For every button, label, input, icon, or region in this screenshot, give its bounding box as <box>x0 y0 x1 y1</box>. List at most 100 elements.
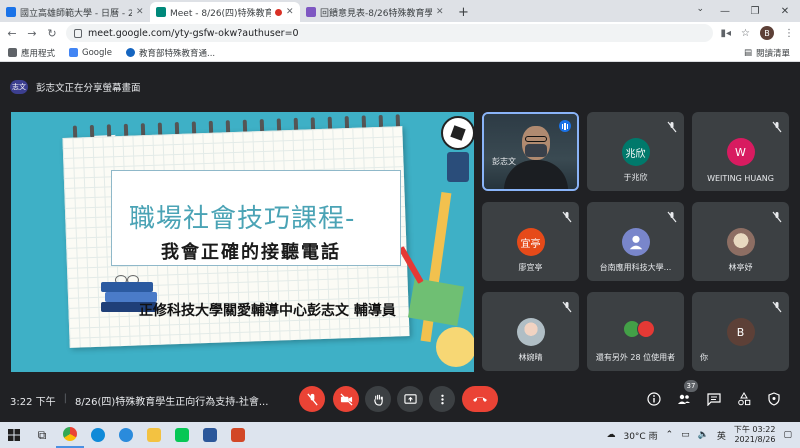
word-icon <box>203 428 217 442</box>
notification-icon[interactable]: ▢ <box>783 430 792 440</box>
reading-list[interactable]: ▤ 閱讀清單 <box>744 47 790 59</box>
bookmark-google[interactable]: Google <box>69 48 112 58</box>
meeting-details-button[interactable] <box>645 390 663 408</box>
mic-off-icon <box>666 208 678 223</box>
participant-tile-speaker[interactable]: 彭志文 <box>482 112 579 191</box>
slide-subtitle: 我會正確的接聽電話 <box>161 242 341 263</box>
url-text: meet.google.com/yty-gsfw-okw?authuser=0 <box>88 27 299 39</box>
participant-tile[interactable]: 林亭妤 <box>692 202 789 281</box>
presenting-text: 彭志文正在分享螢幕畫面 <box>36 83 141 94</box>
ime-indicator[interactable]: 英 <box>717 429 726 442</box>
chat-button[interactable] <box>705 390 723 408</box>
bookmark-label: 應用程式 <box>21 48 56 59</box>
close-icon[interactable]: ✕ <box>136 7 144 17</box>
raise-hand-button[interactable] <box>365 386 391 412</box>
info-icon <box>647 392 661 406</box>
bookmark-moe[interactable]: 教育部特殊教育通... <box>126 47 215 59</box>
participant-name: WEITING HUANG <box>707 174 774 183</box>
reload-icon[interactable]: ↻ <box>46 27 58 40</box>
shared-screen[interactable]: 職場社會技巧課程- 我會正確的接聽電話 正修科技大學關愛輔導中心彭志文 輔導員 <box>11 112 474 372</box>
tab-title: Meet - 8/26(四)特殊教育學生 <box>170 8 271 19</box>
menu-icon[interactable]: ⋮ <box>784 28 794 39</box>
system-tray: ☁ 30°C 雨 ⌃ ▭ 🔈 英 下午 03:22 2021/8/26 ▢ <box>606 422 792 448</box>
camera-icon[interactable]: ▮◂ <box>721 28 732 39</box>
mic-off-icon <box>561 298 573 313</box>
back-icon[interactable]: ← <box>6 27 18 40</box>
participant-tile[interactable]: W WEITING HUANG <box>692 112 789 191</box>
forward-icon[interactable]: → <box>26 27 38 40</box>
present-screen-button[interactable] <box>397 386 423 412</box>
start-button[interactable] <box>0 422 28 448</box>
participant-tile-more[interactable]: 還有另外 28 位使用者 <box>587 292 684 371</box>
participant-tile-self[interactable]: B 你 <box>692 292 789 371</box>
camera-toggle-button[interactable] <box>333 386 359 412</box>
taskbar-ie[interactable] <box>112 422 140 448</box>
chevron-up-icon[interactable]: ⌃ <box>666 430 674 440</box>
weather-icon: ☁ <box>606 430 616 440</box>
participant-count-badge: 37 <box>684 380 698 392</box>
weather-text[interactable]: 30°C 雨 <box>623 429 657 442</box>
people-icon <box>678 394 690 404</box>
tab-search-icon[interactable]: ⌄ <box>696 4 704 14</box>
browser-tab-forms[interactable]: 回饋意見表-8/26特殊教育學生正向 ✕ <box>300 2 450 22</box>
participant-tile[interactable]: 林婉晴 <box>482 292 579 371</box>
chrome-icon <box>63 427 77 441</box>
mic-off-icon <box>771 208 783 223</box>
browser-tab-calendar[interactable]: 國立高雄師範大學 - 日曆 - 2021年 ✕ <box>0 2 150 22</box>
url-input[interactable]: meet.google.com/yty-gsfw-okw?authuser=0 <box>66 24 713 42</box>
taskbar-line[interactable] <box>168 422 196 448</box>
bookmark-label: Google <box>82 47 112 58</box>
participant-tile[interactable]: 台南應用科技大學... <box>587 202 684 281</box>
palette-icon <box>436 327 474 367</box>
recording-icon <box>275 8 282 16</box>
avatar: B <box>726 318 755 346</box>
photo-avatar <box>516 318 545 346</box>
leave-call-button[interactable] <box>462 386 498 412</box>
taskbar-edge[interactable] <box>84 422 112 448</box>
moe-icon <box>126 48 135 57</box>
browser-tab-meet[interactable]: Meet - 8/26(四)特殊教育學生 ✕ <box>150 2 300 22</box>
mic-toggle-button[interactable] <box>299 386 325 412</box>
volume-icon[interactable]: 🔈 <box>698 430 709 440</box>
participant-tile[interactable]: 兆欣 于兆欣 <box>587 112 684 191</box>
apps-grid-icon <box>8 48 17 57</box>
host-controls-button[interactable] <box>765 390 783 408</box>
taskbar-powerpoint[interactable] <box>224 422 252 448</box>
browser-tab-bar: 國立高雄師範大學 - 日曆 - 2021年 ✕ Meet - 8/26(四)特殊… <box>0 0 800 22</box>
participant-name: 林婉晴 <box>518 353 543 362</box>
network-icon[interactable]: ▭ <box>681 430 690 440</box>
more-options-button[interactable] <box>429 386 455 412</box>
slide-presenter-line: 正修科技大學關愛輔導中心彭志文 輔導員 <box>139 303 396 319</box>
close-icon[interactable]: ✕ <box>436 7 444 17</box>
more-participants-label: 還有另外 28 位使用者 <box>595 353 676 362</box>
participant-tile[interactable]: 宜亭 廖宜亭 <box>482 202 579 281</box>
close-icon[interactable]: ✕ <box>286 7 294 17</box>
taskbar-word[interactable] <box>196 422 224 448</box>
avatar: 兆欣 <box>621 138 650 166</box>
meeting-title: 8/26(四)特殊教育學生正向行為支持-社會... <box>75 397 269 408</box>
maximize-icon[interactable]: ❐ <box>740 0 770 22</box>
taskbar-explorer[interactable] <box>140 422 168 448</box>
clock[interactable]: 下午 03:22 2021/8/26 <box>734 425 776 445</box>
calculator-icon <box>447 152 469 182</box>
tab-title: 國立高雄師範大學 - 日曆 - 2021年 <box>20 8 132 19</box>
bookmark-apps[interactable]: 應用程式 <box>8 47 55 59</box>
new-tab-button[interactable]: + <box>450 2 477 22</box>
tab-title: 回饋意見表-8/26特殊教育學生正向 <box>320 8 432 19</box>
ie-icon <box>119 428 133 442</box>
more-vert-icon <box>440 394 444 404</box>
profile-avatar[interactable]: B <box>760 26 774 40</box>
present-icon <box>403 393 417 404</box>
star-icon[interactable]: ☆ <box>741 28 750 39</box>
camera-off-icon <box>339 392 353 406</box>
close-window-icon[interactable]: ✕ <box>770 0 800 22</box>
slide-title: 職場社會技巧課程- <box>129 204 356 234</box>
minimize-icon[interactable]: — <box>710 0 740 22</box>
people-button[interactable] <box>675 390 693 408</box>
avatar: 宜亭 <box>516 228 545 256</box>
reading-list-label: 閱讀清單 <box>755 49 790 59</box>
activities-button[interactable] <box>735 390 753 408</box>
taskbar-chrome[interactable] <box>56 422 84 448</box>
meeting-time: 3:22 下午 <box>10 397 56 408</box>
task-view-button[interactable]: ⧉ <box>28 422 56 448</box>
